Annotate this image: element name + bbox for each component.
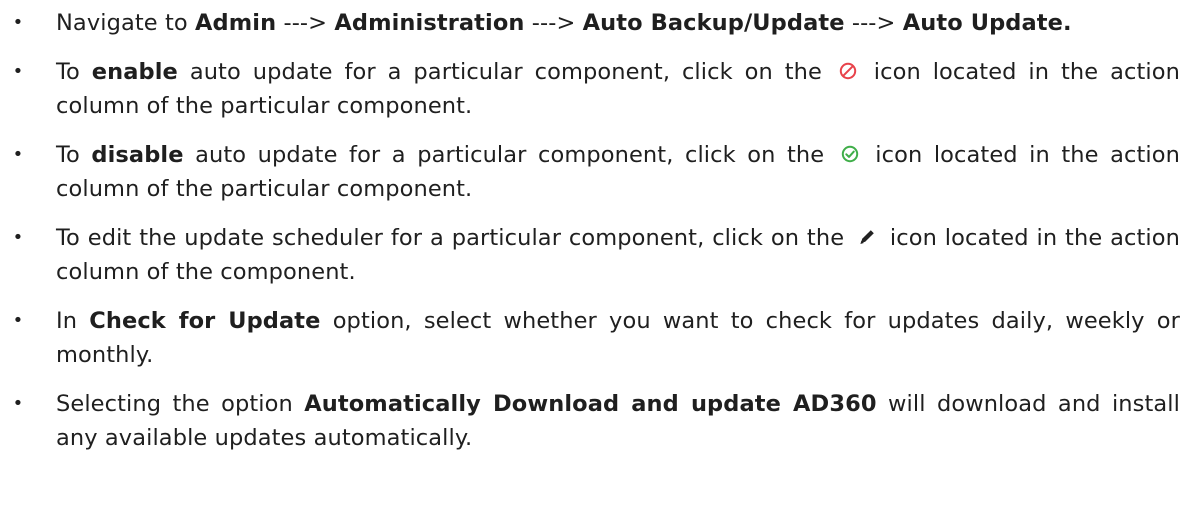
- bullet-marker: •: [12, 310, 24, 331]
- bullet-marker: •: [12, 144, 24, 165]
- pencil-icon: [856, 227, 878, 247]
- list-item: • Selecting the option Automatically Down…: [0, 387, 1188, 455]
- step-text: In: [56, 308, 90, 334]
- bold-term: Check for Update: [89, 308, 321, 334]
- enabled-status-icon: [840, 144, 860, 164]
- step-text: auto update for a particular component, …: [183, 142, 836, 168]
- list-item: • To disable auto update for a particular…: [0, 138, 1188, 206]
- step-text: auto update for a particular component, …: [177, 59, 834, 85]
- bold-term: disable: [91, 142, 184, 168]
- step-text: --->: [524, 10, 583, 36]
- step-text: To: [56, 142, 92, 168]
- bold-term: Automatically Download and update AD360: [304, 391, 877, 417]
- step-text: --->: [844, 10, 903, 36]
- bold-term: Auto Update.: [902, 10, 1072, 36]
- instruction-document: • Navigate to Admin ---> Administration -…: [0, 0, 1188, 508]
- step-text: Selecting the option: [56, 391, 305, 417]
- step-text: To edit the update scheduler for a parti…: [56, 225, 853, 251]
- step-text: To: [56, 59, 92, 85]
- step-text: Navigate to: [56, 10, 196, 36]
- bold-term: Auto Backup/Update: [582, 10, 845, 36]
- list-item: • Navigate to Admin ---> Administration -…: [0, 6, 1188, 40]
- list-item: • To enable auto update for a particular …: [0, 55, 1188, 123]
- list-item: • In Check for Update option, select whet…: [0, 304, 1188, 372]
- bold-term: Admin: [195, 10, 277, 36]
- list-item: • To edit the update scheduler for a part…: [0, 221, 1188, 289]
- bullet-marker: •: [12, 227, 24, 248]
- bullet-marker: •: [12, 12, 24, 33]
- bold-term: enable: [91, 59, 178, 85]
- step-text: --->: [276, 10, 335, 36]
- steps-list: • Navigate to Admin ---> Administration -…: [0, 6, 1188, 455]
- bullet-marker: •: [12, 61, 24, 82]
- bold-term: Administration: [334, 10, 525, 36]
- disabled-status-icon: [838, 61, 858, 81]
- bullet-marker: •: [12, 393, 24, 414]
